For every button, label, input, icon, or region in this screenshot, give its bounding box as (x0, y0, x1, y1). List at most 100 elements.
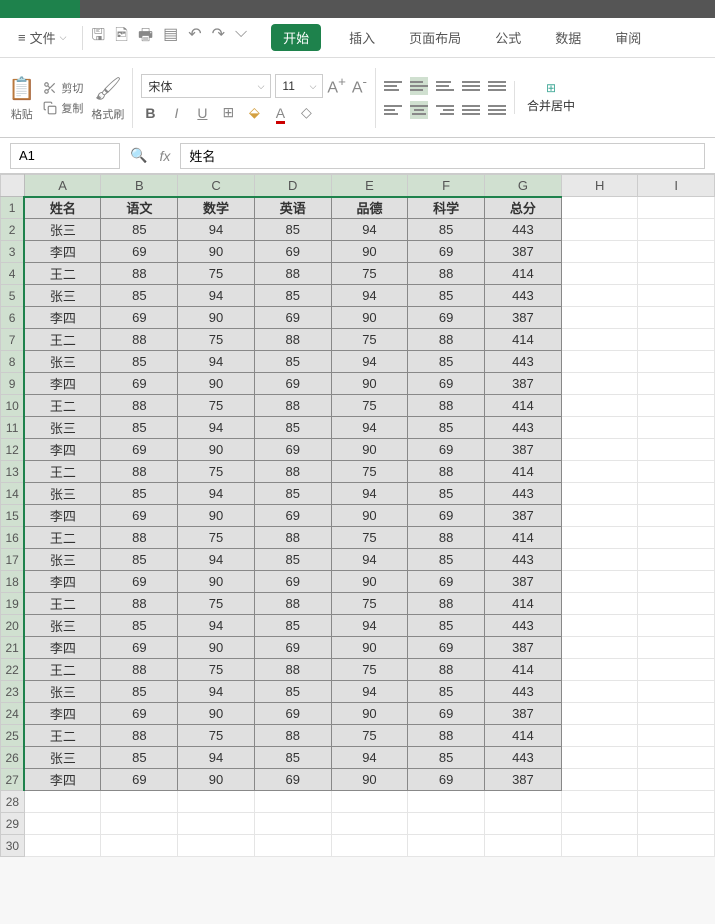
cell-E23[interactable]: 94 (331, 681, 408, 703)
align-bottom-button[interactable] (436, 77, 454, 95)
row-header-30[interactable]: 30 (1, 835, 25, 857)
cell-E27[interactable]: 90 (331, 769, 408, 791)
tab-insert[interactable]: 插入 (343, 24, 381, 51)
cell-C25[interactable]: 75 (178, 725, 255, 747)
column-header-I[interactable]: I (638, 175, 715, 197)
cell-F8[interactable]: 85 (408, 351, 485, 373)
cell-E24[interactable]: 90 (331, 703, 408, 725)
cell-C22[interactable]: 75 (178, 659, 255, 681)
tab-review[interactable]: 审阅 (609, 24, 647, 51)
cell-D17[interactable]: 85 (254, 549, 331, 571)
cell-A20[interactable]: 张三 (24, 615, 101, 637)
row-header-18[interactable]: 18 (1, 571, 25, 593)
cell-F14[interactable]: 85 (408, 483, 485, 505)
cell-G5[interactable]: 443 (485, 285, 562, 307)
cell-H2[interactable] (561, 219, 638, 241)
cell-H13[interactable] (561, 461, 638, 483)
cell-I3[interactable] (638, 241, 715, 263)
cell-D2[interactable]: 85 (254, 219, 331, 241)
cell-B19[interactable]: 88 (101, 593, 178, 615)
cell-H3[interactable] (561, 241, 638, 263)
cell-H18[interactable] (561, 571, 638, 593)
decrease-font-icon[interactable]: A- (352, 74, 367, 97)
row-header-25[interactable]: 25 (1, 725, 25, 747)
increase-indent-button[interactable] (488, 77, 506, 95)
cell-E14[interactable]: 94 (331, 483, 408, 505)
justify-button[interactable] (462, 101, 480, 119)
cell-A12[interactable]: 李四 (24, 439, 101, 461)
cell-B15[interactable]: 69 (101, 505, 178, 527)
cell-D27[interactable]: 69 (254, 769, 331, 791)
row-header-20[interactable]: 20 (1, 615, 25, 637)
cell-G8[interactable]: 443 (485, 351, 562, 373)
cell-D6[interactable]: 69 (254, 307, 331, 329)
row-header-2[interactable]: 2 (1, 219, 25, 241)
cell-D8[interactable]: 85 (254, 351, 331, 373)
cell-I1[interactable] (638, 197, 715, 219)
cell-H19[interactable] (561, 593, 638, 615)
cell-G16[interactable]: 414 (485, 527, 562, 549)
cell-D4[interactable]: 88 (254, 263, 331, 285)
cell-D11[interactable]: 85 (254, 417, 331, 439)
row-header-13[interactable]: 13 (1, 461, 25, 483)
clear-format-button[interactable]: ◇ (297, 104, 315, 121)
cell-I12[interactable] (638, 439, 715, 461)
fill-color-button[interactable]: ⬙ (245, 104, 263, 121)
cell-B3[interactable]: 69 (101, 241, 178, 263)
cell-C1[interactable]: 数学 (178, 197, 255, 219)
cell-I8[interactable] (638, 351, 715, 373)
cell-G13[interactable]: 414 (485, 461, 562, 483)
cell-F20[interactable]: 85 (408, 615, 485, 637)
cell-G1[interactable]: 总分 (485, 197, 562, 219)
cell-I16[interactable] (638, 527, 715, 549)
cell-E21[interactable]: 90 (331, 637, 408, 659)
row-header-3[interactable]: 3 (1, 241, 25, 263)
cell-C24[interactable]: 90 (178, 703, 255, 725)
cell-H21[interactable] (561, 637, 638, 659)
cell-F16[interactable]: 88 (408, 527, 485, 549)
cell-B20[interactable]: 85 (101, 615, 178, 637)
cell-C30[interactable] (178, 835, 255, 857)
cell-F27[interactable]: 69 (408, 769, 485, 791)
row-header-27[interactable]: 27 (1, 769, 25, 791)
cell-D12[interactable]: 69 (254, 439, 331, 461)
cell-I29[interactable] (638, 813, 715, 835)
cell-E25[interactable]: 75 (331, 725, 408, 747)
cell-A29[interactable] (24, 813, 101, 835)
cell-H9[interactable] (561, 373, 638, 395)
cell-D10[interactable]: 88 (254, 395, 331, 417)
cell-D16[interactable]: 88 (254, 527, 331, 549)
cell-D1[interactable]: 英语 (254, 197, 331, 219)
cell-E13[interactable]: 75 (331, 461, 408, 483)
file-menu[interactable]: ≡ 文件 ⌵ (10, 24, 74, 51)
cell-G25[interactable]: 414 (485, 725, 562, 747)
cell-F11[interactable]: 85 (408, 417, 485, 439)
orientation-button[interactable] (488, 101, 506, 119)
cell-B12[interactable]: 69 (101, 439, 178, 461)
cell-G4[interactable]: 414 (485, 263, 562, 285)
cell-E10[interactable]: 75 (331, 395, 408, 417)
cell-B21[interactable]: 69 (101, 637, 178, 659)
cell-A2[interactable]: 张三 (24, 219, 101, 241)
cell-D22[interactable]: 88 (254, 659, 331, 681)
cell-G19[interactable]: 414 (485, 593, 562, 615)
cell-G11[interactable]: 443 (485, 417, 562, 439)
cell-C12[interactable]: 90 (178, 439, 255, 461)
cell-F2[interactable]: 85 (408, 219, 485, 241)
cell-E9[interactable]: 90 (331, 373, 408, 395)
cell-G21[interactable]: 387 (485, 637, 562, 659)
spreadsheet-area[interactable]: ABCDEFGHI1姓名语文数学英语品德科学总分2张三8594859485443… (0, 174, 715, 857)
cell-F28[interactable] (408, 791, 485, 813)
cell-H10[interactable] (561, 395, 638, 417)
cell-H16[interactable] (561, 527, 638, 549)
cell-E7[interactable]: 75 (331, 329, 408, 351)
cell-G7[interactable]: 414 (485, 329, 562, 351)
cell-B7[interactable]: 88 (101, 329, 178, 351)
cell-I24[interactable] (638, 703, 715, 725)
cell-I20[interactable] (638, 615, 715, 637)
cell-G23[interactable]: 443 (485, 681, 562, 703)
cell-F22[interactable]: 88 (408, 659, 485, 681)
row-header-16[interactable]: 16 (1, 527, 25, 549)
cell-I30[interactable] (638, 835, 715, 857)
align-top-button[interactable] (384, 77, 402, 95)
